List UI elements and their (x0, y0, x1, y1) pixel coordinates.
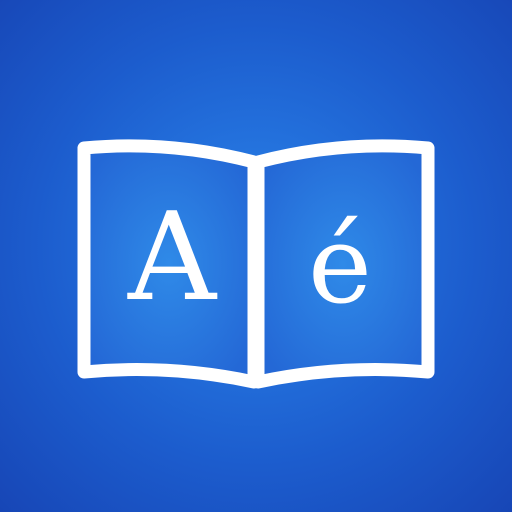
letter-e-acute-glyph: é (308, 203, 372, 328)
app-icon[interactable]: A é (0, 0, 512, 512)
letter-a-glyph: A (127, 186, 217, 328)
open-book-icon (77, 139, 435, 389)
